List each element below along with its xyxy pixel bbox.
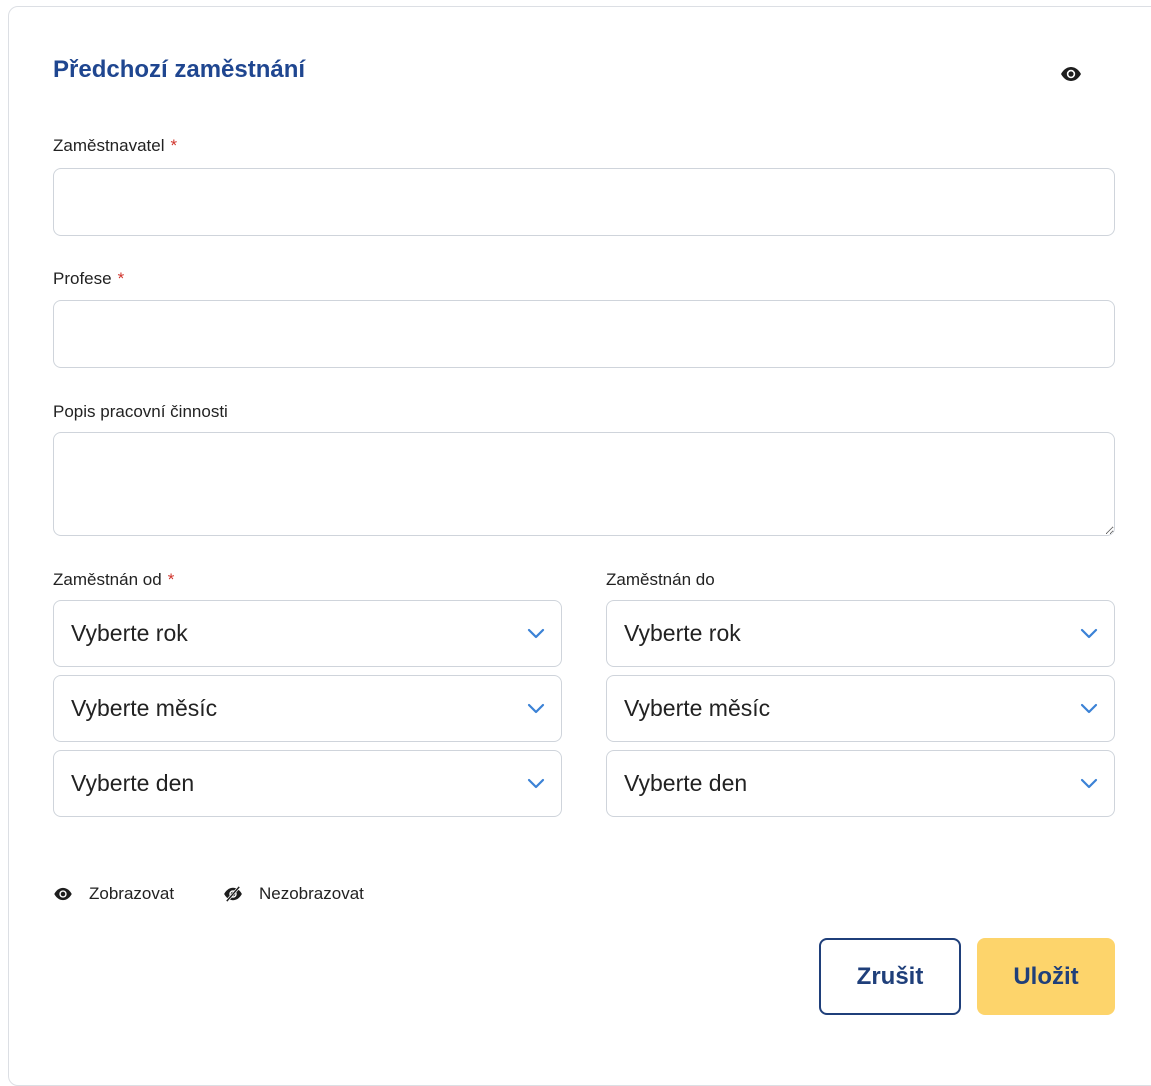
legend-show: Zobrazovat — [53, 884, 174, 904]
page-title: Předchozí zaměstnání — [53, 56, 306, 83]
profession-label-text: Profese — [53, 269, 112, 288]
employer-input[interactable] — [53, 168, 1115, 236]
chevron-down-icon — [1080, 628, 1098, 638]
legend-hide: Nezobrazovat — [223, 884, 364, 904]
description-textarea[interactable] — [53, 432, 1115, 536]
description-label-text: Popis pracovní činnosti — [53, 402, 228, 421]
from-month-value: Vyberte měsíc — [71, 695, 218, 721]
save-button[interactable]: Uložit — [977, 938, 1115, 1015]
chevron-down-icon — [527, 703, 545, 713]
from-day-select[interactable]: Vyberte den — [53, 750, 562, 817]
chevron-down-icon — [1080, 703, 1098, 713]
profession-label: Profese * — [53, 269, 124, 289]
eye-icon — [54, 887, 72, 901]
required-mark: * — [167, 570, 175, 589]
chevron-down-icon — [527, 628, 545, 638]
to-day-select[interactable]: Vyberte den — [606, 750, 1115, 817]
chevron-down-icon — [1080, 778, 1098, 788]
employed-from-label: Zaměstnán od * — [53, 570, 174, 590]
required-mark: * — [170, 136, 178, 155]
employed-to-label-text: Zaměstnán do — [606, 570, 715, 589]
eye-slash-icon — [224, 886, 242, 902]
from-year-value: Vyberte rok — [71, 620, 188, 646]
legend-hide-label: Nezobrazovat — [259, 884, 364, 903]
legend-show-label: Zobrazovat — [89, 884, 175, 903]
from-day-value: Vyberte den — [71, 770, 195, 796]
employer-label-text: Zaměstnavatel — [53, 136, 165, 155]
employed-to-label: Zaměstnán do — [606, 570, 715, 590]
from-year-select[interactable]: Vyberte rok — [53, 600, 562, 667]
employer-label: Zaměstnavatel * — [53, 136, 177, 156]
to-day-value: Vyberte den — [624, 770, 748, 796]
description-label: Popis pracovní činnosti — [53, 402, 228, 422]
from-month-select[interactable]: Vyberte měsíc — [53, 675, 562, 742]
to-year-value: Vyberte rok — [624, 620, 741, 646]
to-month-value: Vyberte měsíc — [624, 695, 771, 721]
required-mark: * — [117, 269, 125, 288]
cancel-button[interactable]: Zrušit — [819, 938, 961, 1015]
chevron-down-icon — [527, 778, 545, 788]
to-month-select[interactable]: Vyberte měsíc — [606, 675, 1115, 742]
profession-input[interactable] — [53, 300, 1115, 368]
to-year-select[interactable]: Vyberte rok — [606, 600, 1115, 667]
eye-icon[interactable] — [1060, 66, 1082, 82]
employed-from-label-text: Zaměstnán od — [53, 570, 162, 589]
